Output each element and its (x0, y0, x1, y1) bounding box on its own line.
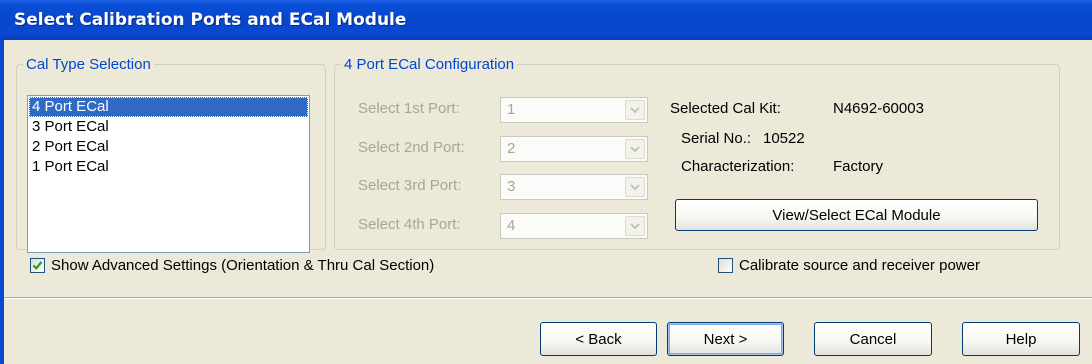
port-4-value: 4 (507, 217, 516, 234)
help-button[interactable]: Help (962, 322, 1080, 356)
cal-type-item-2-port[interactable]: 2 Port ECal (29, 137, 308, 157)
cal-type-legend: Cal Type Selection (26, 56, 151, 73)
port-1-value: 1 (507, 101, 516, 118)
cal-type-item-1-port[interactable]: 1 Port ECal (29, 157, 308, 177)
cal-type-group: Cal Type Selection 4 Port ECal 3 Port EC… (16, 56, 326, 253)
chevron-down-icon (625, 216, 645, 236)
characterization-value: Factory (833, 158, 884, 175)
calibrate-power-label: Calibrate source and receiver power (739, 257, 980, 274)
serial-label: Serial No.: (681, 130, 752, 147)
chevron-down-icon (625, 139, 645, 159)
port-1-label: Select 1st Port: (358, 100, 460, 117)
show-advanced-row[interactable]: Show Advanced Settings (Orientation & Th… (30, 257, 434, 274)
checkmark-icon (32, 261, 43, 270)
port-4-select[interactable]: 4 (500, 213, 648, 239)
port-2-select[interactable]: 2 (500, 136, 648, 162)
title-bar[interactable]: Select Calibration Ports and ECal Module (0, 0, 1092, 40)
port-3-value: 3 (507, 178, 516, 195)
chevron-down-icon (625, 100, 645, 120)
cal-type-listbox[interactable]: 4 Port ECal 3 Port ECal 2 Port ECal 1 Po… (27, 95, 310, 253)
port-2-value: 2 (507, 140, 516, 157)
back-button[interactable]: < Back (540, 322, 657, 356)
characterization-label: Characterization: (681, 158, 795, 175)
ecal-config-group: 4 Port ECal Configuration Select 1st Por… (334, 56, 1060, 250)
port-2-label: Select 2nd Port: (358, 139, 465, 156)
calibrate-power-row[interactable]: Calibrate source and receiver power (718, 257, 980, 274)
port-1-select[interactable]: 1 (500, 97, 648, 123)
show-advanced-checkbox[interactable] (30, 258, 45, 273)
selected-cal-kit-value: N4692-60003 (833, 100, 924, 117)
separator (4, 297, 1092, 299)
cal-type-item-4-port[interactable]: 4 Port ECal (29, 97, 308, 117)
port-3-select[interactable]: 3 (500, 174, 648, 200)
selected-cal-kit-label: Selected Cal Kit: (670, 100, 781, 117)
cancel-button[interactable]: Cancel (814, 322, 932, 356)
cal-type-item-3-port[interactable]: 3 Port ECal (29, 117, 308, 137)
port-3-label: Select 3rd Port: (358, 177, 462, 194)
view-select-ecal-button[interactable]: View/Select ECal Module (675, 199, 1038, 231)
show-advanced-label: Show Advanced Settings (Orientation & Th… (51, 257, 435, 274)
next-button[interactable]: Next > (667, 322, 784, 356)
window-frame-left (0, 40, 4, 364)
window-title: Select Calibration Ports and ECal Module (14, 10, 407, 30)
serial-value: 10522 (763, 130, 805, 147)
port-4-label: Select 4th Port: (358, 216, 461, 233)
ecal-config-legend: 4 Port ECal Configuration (344, 56, 515, 73)
chevron-down-icon (625, 177, 645, 197)
calibrate-power-checkbox[interactable] (718, 258, 733, 273)
calibration-dialog: Select Calibration Ports and ECal Module… (0, 0, 1092, 364)
